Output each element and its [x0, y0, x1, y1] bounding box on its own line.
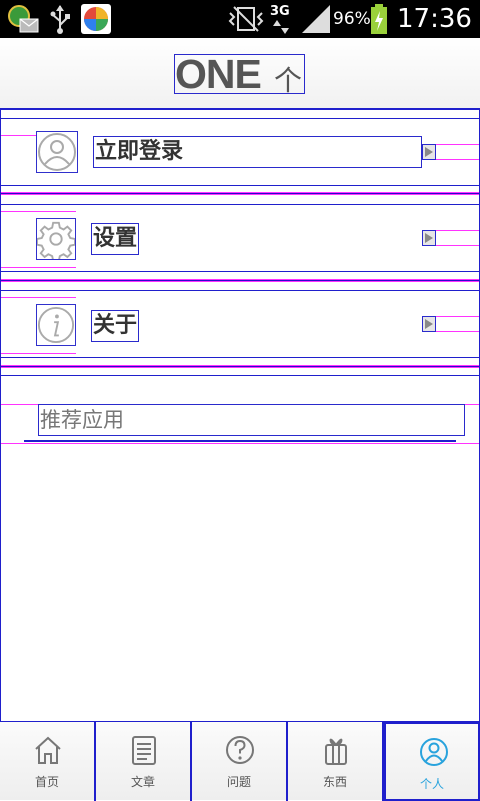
- signal-icon: [302, 5, 330, 33]
- data-arrows-icon: [273, 20, 289, 34]
- article-icon: [132, 736, 156, 765]
- divider: [0, 192, 480, 195]
- tab-label: 问题: [226, 775, 251, 789]
- logo-text: ONE: [175, 51, 262, 97]
- user-icon: [36, 131, 78, 173]
- guide-line: [0, 443, 480, 444]
- network-type: 3G: [270, 4, 290, 19]
- person-icon: [420, 738, 448, 766]
- chevron-right-icon: [422, 316, 436, 332]
- tab-personal[interactable]: 个人: [384, 722, 480, 801]
- tab-article[interactable]: 文章: [96, 722, 192, 801]
- home-icon: [35, 736, 61, 764]
- question-icon: [226, 736, 254, 764]
- app-logo: ONE 个: [174, 51, 305, 97]
- chevron-right-icon: [422, 230, 436, 246]
- tab-label: 首页: [34, 775, 59, 789]
- info-icon: [36, 304, 76, 346]
- settings-label: 设置: [91, 223, 139, 255]
- gear-icon: [36, 218, 76, 262]
- tab-things[interactable]: 东西: [288, 722, 384, 801]
- vibrate-icon: [228, 6, 264, 32]
- frame-left: [0, 110, 1, 722]
- divider: [0, 375, 480, 376]
- divider: [0, 365, 480, 368]
- clock: 17:36: [397, 4, 472, 34]
- recommend-apps-link[interactable]: 推荐应用: [38, 404, 465, 436]
- battery-charging-icon: [371, 4, 387, 34]
- login-label: 立即登录: [93, 136, 422, 168]
- app-header: ONE 个: [0, 38, 480, 110]
- divider: [0, 279, 480, 282]
- email-notification-icon: [8, 5, 39, 33]
- battery-percent: 96%: [333, 9, 371, 29]
- status-bar: 3G 96% 17:36: [0, 0, 480, 38]
- bottom-tab-bar: 首页 文章 问题 东西 个人: [0, 721, 480, 801]
- tab-label: 文章: [130, 775, 155, 789]
- about-row[interactable]: 关于: [0, 290, 480, 358]
- settings-row[interactable]: 设置: [0, 204, 480, 272]
- tab-question[interactable]: 问题: [192, 722, 288, 801]
- about-label: 关于: [91, 310, 139, 342]
- app-notification-icon: [81, 4, 111, 34]
- login-row[interactable]: 立即登录: [0, 118, 480, 186]
- usb-icon: [50, 5, 70, 34]
- tab-home[interactable]: 首页: [0, 722, 96, 801]
- chevron-right-icon: [422, 144, 436, 160]
- recommend-underline: [24, 440, 456, 442]
- tab-label: 个人: [419, 777, 444, 791]
- gift-icon: [325, 738, 347, 765]
- logo-cn: 个: [273, 64, 302, 97]
- tab-label: 东西: [322, 775, 347, 789]
